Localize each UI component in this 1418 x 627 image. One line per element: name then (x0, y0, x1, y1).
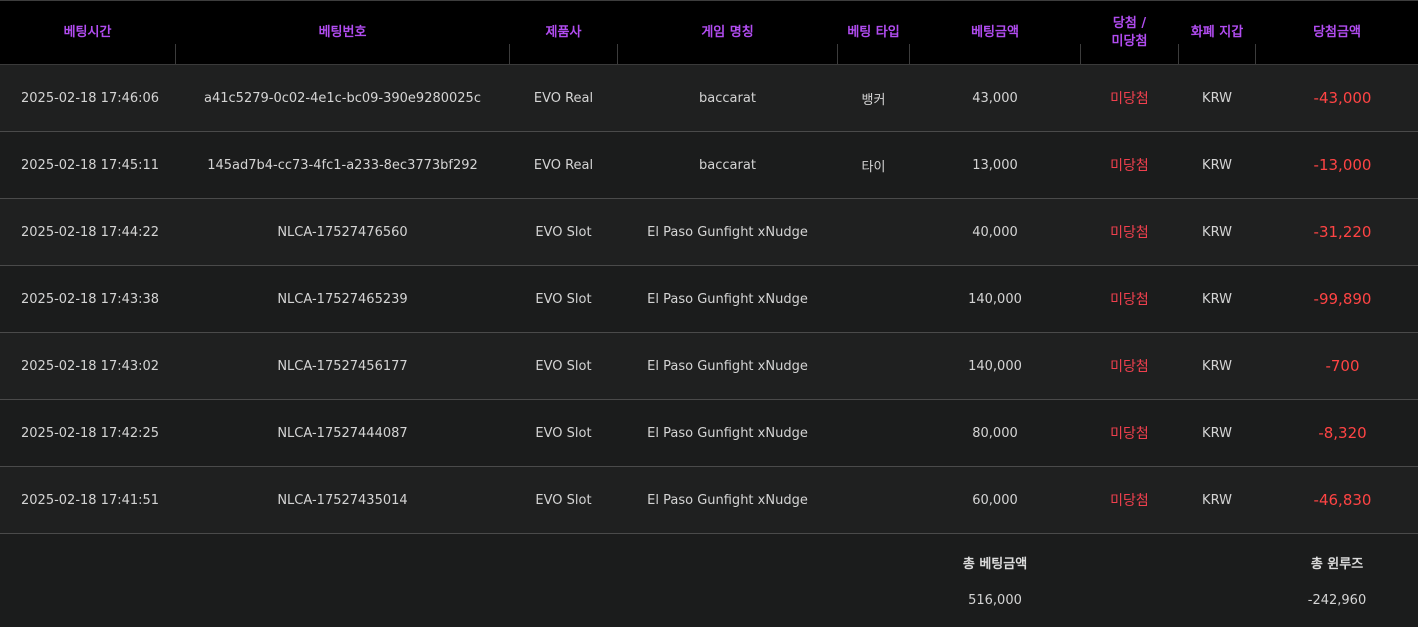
column-resize-handle[interactable] (1255, 44, 1256, 64)
result-cell: 미당첨 (1110, 225, 1149, 241)
bet-id-cell: NLCA-17527435014 (277, 492, 408, 508)
header-game-name: 게임 명칭 (701, 24, 754, 40)
bet-amount-cell: 40,000 (972, 224, 1018, 240)
provider-cell: EVO Slot (535, 224, 592, 240)
bet-type-cell (838, 467, 909, 533)
result-cell: 미당첨 (1110, 493, 1149, 509)
bet-amount-cell: 140,000 (968, 358, 1022, 374)
bet-time-cell: 2025-02-18 17:46:06 (21, 90, 160, 106)
provider-cell: EVO Real (533, 90, 594, 106)
bet-time-cell: 2025-02-18 17:45:11 (21, 157, 160, 173)
header-bet-amount: 베팅금액 (971, 24, 1019, 40)
currency-cell: KRW (1202, 291, 1232, 307)
game-name-cell: El Paso Gunfight xNudge (647, 224, 808, 240)
bet-type-cell (838, 400, 909, 466)
currency-cell: KRW (1202, 492, 1232, 508)
bet-id-cell: NLCA-17527456177 (277, 358, 408, 374)
result-cell: 미당첨 (1110, 426, 1149, 442)
total-winloss-label: 총 윈루즈 (1310, 556, 1364, 572)
provider-cell: EVO Slot (535, 291, 592, 307)
table-body: 2025-02-18 17:46:06 a41c5279-0c02-4e1c-b… (0, 65, 1418, 534)
column-resize-handle[interactable] (1178, 44, 1179, 64)
currency-cell: KRW (1202, 358, 1232, 374)
header-provider: 제품사 (545, 24, 582, 40)
provider-cell: EVO Real (533, 157, 594, 173)
bet-time-cell: 2025-02-18 17:43:02 (21, 358, 160, 374)
total-bet-label: 총 베팅금액 (962, 556, 1028, 572)
provider-cell: EVO Slot (535, 492, 592, 508)
win-amount-cell: -700 (1325, 357, 1360, 375)
column-resize-handle[interactable] (617, 44, 618, 64)
win-amount-cell: -46,830 (1313, 491, 1372, 509)
column-resize-handle[interactable] (1080, 44, 1081, 64)
bet-time-cell: 2025-02-18 17:42:25 (21, 425, 160, 441)
header-win-amount: 당첨금액 (1313, 24, 1361, 40)
bet-amount-cell: 80,000 (972, 425, 1018, 441)
bet-amount-cell: 43,000 (972, 90, 1018, 106)
bet-type-cell (838, 199, 909, 265)
currency-cell: KRW (1202, 224, 1232, 240)
column-resize-handle[interactable] (509, 44, 510, 64)
win-amount-cell: -31,220 (1313, 223, 1372, 241)
game-name-cell: El Paso Gunfight xNudge (647, 425, 808, 441)
table-row[interactable]: 2025-02-18 17:42:25 NLCA-17527444087 EVO… (0, 400, 1418, 467)
provider-cell: EVO Slot (535, 358, 592, 374)
bet-amount-cell: 13,000 (972, 157, 1018, 173)
total-bet-value: 516,000 (968, 592, 1022, 608)
currency-cell: KRW (1202, 425, 1232, 441)
win-amount-cell: -43,000 (1313, 89, 1372, 107)
currency-cell: KRW (1202, 90, 1232, 106)
game-name-cell: baccarat (699, 157, 756, 173)
result-cell: 미당첨 (1110, 292, 1149, 308)
bet-amount-cell: 140,000 (968, 291, 1022, 307)
win-amount-cell: -13,000 (1313, 156, 1372, 174)
win-amount-cell: -99,890 (1313, 290, 1372, 308)
bet-id-cell: 145ad7b4-cc73-4fc1-a233-8ec3773bf292 (207, 157, 478, 173)
bet-id-cell: NLCA-17527476560 (277, 224, 408, 240)
header-currency: 화폐 지갑 (1190, 24, 1244, 40)
table-row[interactable]: 2025-02-18 17:45:11 145ad7b4-cc73-4fc1-a… (0, 132, 1418, 199)
win-amount-cell: -8,320 (1318, 424, 1367, 442)
provider-cell: EVO Slot (535, 425, 592, 441)
currency-cell: KRW (1202, 157, 1232, 173)
header-bet-time: 베팅시간 (63, 24, 112, 40)
result-cell: 미당첨 (1110, 359, 1149, 375)
bet-type-cell: 타이 (861, 159, 886, 175)
column-resize-handle[interactable] (175, 44, 176, 64)
table-row[interactable]: 2025-02-18 17:41:51 NLCA-17527435014 EVO… (0, 467, 1418, 534)
bet-id-cell: NLCA-17527465239 (277, 291, 408, 307)
bet-type-cell: 뱅커 (861, 92, 886, 108)
table-row[interactable]: 2025-02-18 17:43:02 NLCA-17527456177 EVO… (0, 333, 1418, 400)
table-header: 베팅시간 베팅번호 제품사 게임 명칭 베팅 타입 베팅금액 당첨 / 미당첨 … (0, 1, 1418, 65)
summary-footer: 총 베팅금액 516,000 총 윈루즈 -242,960 (0, 534, 1418, 627)
header-result: 당첨 / 미당첨 (1111, 15, 1148, 49)
game-name-cell: baccarat (699, 90, 756, 106)
bet-history-table: 베팅시간 베팅번호 제품사 게임 명칭 베팅 타입 베팅금액 당첨 / 미당첨 … (0, 0, 1418, 627)
bet-amount-cell: 60,000 (972, 492, 1018, 508)
result-cell: 미당첨 (1110, 91, 1149, 107)
bet-time-cell: 2025-02-18 17:44:22 (21, 224, 160, 240)
game-name-cell: El Paso Gunfight xNudge (647, 291, 808, 307)
header-bet-id: 베팅번호 (318, 24, 367, 40)
game-name-cell: El Paso Gunfight xNudge (647, 358, 808, 374)
table-row[interactable]: 2025-02-18 17:46:06 a41c5279-0c02-4e1c-b… (0, 65, 1418, 132)
game-name-cell: El Paso Gunfight xNudge (647, 492, 808, 508)
bet-time-cell: 2025-02-18 17:41:51 (21, 492, 160, 508)
bet-id-cell: NLCA-17527444087 (277, 425, 408, 441)
bet-id-cell: a41c5279-0c02-4e1c-bc09-390e9280025c (204, 90, 481, 106)
column-resize-handle[interactable] (837, 44, 838, 64)
result-cell: 미당첨 (1110, 158, 1149, 174)
bet-time-cell: 2025-02-18 17:43:38 (21, 291, 160, 307)
total-winloss-value: -242,960 (1307, 592, 1367, 608)
header-bet-type: 베팅 타입 (847, 24, 900, 40)
bet-type-cell (838, 333, 909, 399)
bet-type-cell (838, 266, 909, 332)
column-resize-handle[interactable] (909, 44, 910, 64)
table-row[interactable]: 2025-02-18 17:43:38 NLCA-17527465239 EVO… (0, 266, 1418, 333)
table-row[interactable]: 2025-02-18 17:44:22 NLCA-17527476560 EVO… (0, 199, 1418, 266)
